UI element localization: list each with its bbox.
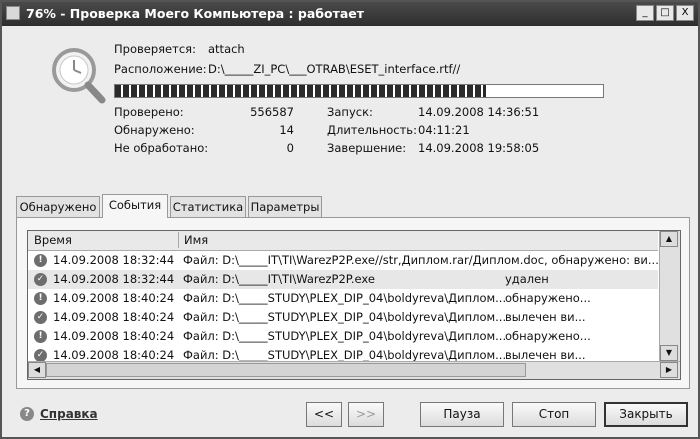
tab-parameters[interactable]: Параметры — [248, 196, 322, 217]
tab-events[interactable]: События — [102, 194, 168, 218]
events-list[interactable]: Время Имя ! 14.09.2008 18:32:44 Файл: D:… — [27, 230, 681, 380]
duration-value: 04:11:21 — [418, 123, 470, 137]
start-value: 14.09.2008 14:36:51 — [418, 105, 540, 119]
scan-window: 76% - Проверка Моего Компьютера : работа… — [0, 0, 700, 439]
column-divider[interactable] — [178, 232, 179, 248]
row-time: 14.09.2008 18:40:24 — [53, 291, 175, 305]
found-label: Обнаружено: — [114, 123, 195, 137]
row-name: Файл: D:\_____IT\TI\WarezP2P.exe — [183, 272, 375, 286]
tab-statistics[interactable]: Статистика — [170, 196, 246, 217]
row-status: удален — [505, 272, 549, 286]
location-label: Расположение: — [114, 62, 207, 76]
row-status: вылечен ви... — [505, 310, 586, 324]
location-value: D:\_____ZI_PC\___OTRAB\ESET_interface.rt… — [208, 62, 461, 76]
row-name: Файл: D:\_____STUDY\PLEX_DIP_04\boldyrev… — [183, 348, 507, 362]
scroll-down-button[interactable]: ▼ — [660, 345, 678, 361]
table-row[interactable]: ! 14.09.2008 18:40:24 Файл: D:\_____STUD… — [28, 289, 658, 308]
help-icon: ? — [20, 407, 34, 421]
warning-icon: ! — [34, 330, 47, 343]
row-status: обнаружено... — [505, 329, 591, 343]
row-status: обнаружено... — [505, 291, 591, 305]
found-value: 14 — [279, 123, 294, 137]
close-button[interactable]: Закрыть — [604, 402, 688, 427]
table-row-selected[interactable]: ✓ 14.09.2008 18:32:44 Файл: D:\_____IT\T… — [28, 270, 658, 289]
scroll-left-button[interactable]: ◀ — [28, 362, 46, 378]
pause-button[interactable]: Пауза — [420, 402, 504, 427]
scroll-right-button[interactable]: ▶ — [660, 362, 678, 378]
horizontal-scrollbar[interactable]: ◀ ▶ — [28, 361, 680, 379]
row-name: Файл: D:\_____STUDY\PLEX_DIP_04\boldyrev… — [183, 310, 507, 324]
checked-label: Проверено: — [114, 105, 184, 119]
row-time: 14.09.2008 18:40:24 — [53, 348, 175, 362]
checking-value: attach — [208, 42, 245, 56]
row-name: Файл: D:\_____STUDY\PLEX_DIP_04\boldyrev… — [183, 329, 507, 343]
scan-progress-bar — [114, 84, 604, 98]
warning-icon: ! — [34, 292, 47, 305]
progress-fill — [115, 85, 486, 97]
title-bar[interactable]: 76% - Проверка Моего Компьютера : работа… — [2, 2, 698, 26]
row-time: 14.09.2008 18:40:24 — [53, 310, 175, 324]
checking-label: Проверяется: — [114, 42, 196, 56]
unprocessed-label: Не обработано: — [114, 141, 209, 155]
start-label: Запуск: — [327, 105, 373, 119]
row-time: 14.09.2008 18:40:24 — [53, 329, 175, 343]
vertical-scrollbar[interactable]: ▲ ▼ — [659, 231, 680, 362]
duration-label: Длительность: — [327, 123, 417, 137]
row-name: Файл: D:\_____IT\TI\WarezP2P.exe//str,Ди… — [183, 253, 659, 267]
row-time: 14.09.2008 18:32:44 — [53, 272, 175, 286]
check-icon: ✓ — [34, 311, 47, 324]
table-row[interactable]: ! 14.09.2008 18:32:44 Файл: D:\_____IT\T… — [28, 251, 659, 270]
column-time-header[interactable]: Время — [34, 233, 72, 247]
forward-button[interactable]: >> — [348, 402, 384, 427]
scroll-up-button[interactable]: ▲ — [660, 231, 678, 247]
checked-value: 556587 — [250, 105, 294, 119]
close-window-button[interactable]: X — [676, 5, 694, 21]
unprocessed-value: 0 — [286, 141, 294, 155]
table-header: Время Имя — [28, 231, 658, 251]
row-time: 14.09.2008 18:32:44 — [53, 253, 175, 267]
end-label: Завершение: — [327, 141, 407, 155]
warning-icon: ! — [34, 254, 47, 267]
maximize-button[interactable]: □ — [656, 5, 674, 21]
end-value: 14.09.2008 19:58:05 — [418, 141, 540, 155]
horizontal-scroll-thumb[interactable] — [46, 363, 526, 377]
tab-detected[interactable]: Обнаружено — [16, 196, 100, 217]
app-icon — [6, 6, 20, 20]
stop-button[interactable]: Стоп — [512, 402, 596, 427]
table-row[interactable]: ! 14.09.2008 18:40:24 Файл: D:\_____STUD… — [28, 327, 658, 346]
table-row[interactable]: ✓ 14.09.2008 18:40:24 Файл: D:\_____STUD… — [28, 308, 658, 327]
help-label[interactable]: Справка — [40, 407, 98, 421]
check-icon: ✓ — [34, 273, 47, 286]
column-name-header[interactable]: Имя — [184, 233, 208, 247]
row-name: Файл: D:\_____STUDY\PLEX_DIP_04\boldyrev… — [183, 291, 507, 305]
scan-magnifier-icon — [52, 48, 106, 104]
back-button[interactable]: << — [306, 402, 342, 427]
minimize-button[interactable]: _ — [636, 5, 654, 21]
row-status: вылечен ви... — [505, 348, 586, 362]
window-title: 76% - Проверка Моего Компьютера : работа… — [26, 6, 365, 21]
